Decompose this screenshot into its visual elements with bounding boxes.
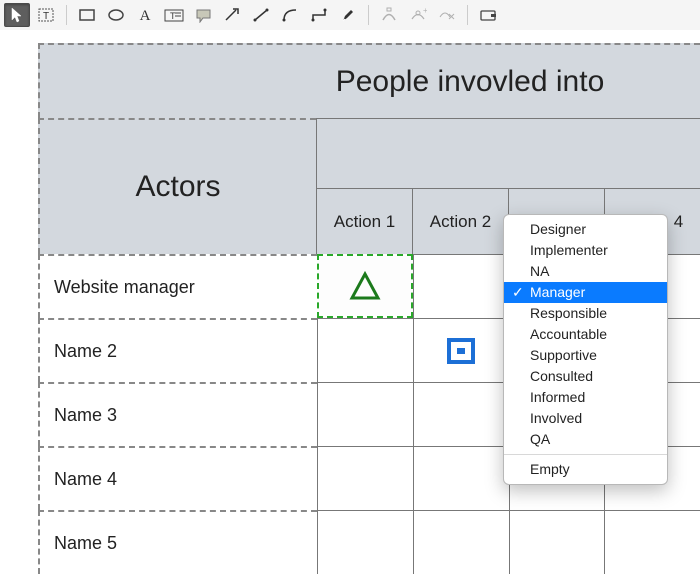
data-cell[interactable] [413, 510, 509, 574]
line-tool[interactable] [248, 3, 274, 27]
dropdown-item[interactable]: NA [504, 261, 667, 282]
separator [368, 5, 369, 25]
square-icon [444, 336, 478, 366]
toolbar: T A T + [0, 0, 700, 30]
dropdown-item[interactable]: QA [504, 429, 667, 450]
actor-name-cell[interactable]: Website manager [38, 254, 317, 318]
dropdown-item[interactable]: Involved [504, 408, 667, 429]
node-add-tool: + [405, 3, 431, 27]
triangle-icon [348, 270, 382, 302]
separator [66, 5, 67, 25]
actor-name-cell[interactable]: Name 3 [38, 382, 317, 446]
text-box-tool[interactable]: T [161, 3, 187, 27]
svg-text:A: A [140, 8, 151, 23]
arrow-tool[interactable] [219, 3, 245, 27]
data-cell[interactable] [604, 510, 700, 574]
data-cell[interactable] [413, 382, 509, 446]
table-row: Name 5 [38, 510, 700, 574]
action-header-1[interactable]: Action 1 [316, 188, 412, 254]
separator [504, 454, 667, 455]
svg-text:T: T [43, 11, 49, 22]
table-title[interactable]: People invovled into [38, 43, 700, 118]
node-remove-tool [434, 3, 460, 27]
pen-tool[interactable] [335, 3, 361, 27]
data-cell[interactable] [413, 318, 509, 382]
actor-name-cell[interactable]: Name 4 [38, 446, 317, 510]
actor-name-cell[interactable]: Name 2 [38, 318, 317, 382]
actors-header[interactable]: Actors [38, 118, 316, 254]
connector-tool[interactable] [306, 3, 332, 27]
dropdown-item[interactable]: Responsible [504, 303, 667, 324]
separator [467, 5, 468, 25]
pointer-tool[interactable] [4, 3, 30, 27]
bezier-tool [376, 3, 402, 27]
dropdown-item[interactable]: Consulted [504, 366, 667, 387]
data-cell[interactable] [317, 382, 413, 446]
actions-group-header[interactable] [316, 118, 700, 188]
curve-tool[interactable] [277, 3, 303, 27]
data-cell[interactable] [317, 254, 413, 318]
dropdown-item[interactable]: Informed [504, 387, 667, 408]
action-header-2[interactable]: Action 2 [412, 188, 508, 254]
dropdown-item-empty[interactable]: Empty [504, 459, 667, 480]
data-cell[interactable] [317, 318, 413, 382]
svg-text:+: + [423, 7, 427, 15]
dropdown-item[interactable]: Supportive [504, 345, 667, 366]
text-select-tool[interactable]: T [33, 3, 59, 27]
data-cell[interactable] [413, 254, 509, 318]
data-cell[interactable] [413, 446, 509, 510]
data-cell[interactable] [509, 510, 605, 574]
data-cell[interactable] [317, 510, 413, 574]
dropdown-item[interactable]: Designer [504, 219, 667, 240]
dropdown-item[interactable]: Implementer [504, 240, 667, 261]
data-cell[interactable] [317, 446, 413, 510]
comment-tool[interactable] [190, 3, 216, 27]
ellipse-tool[interactable] [103, 3, 129, 27]
role-dropdown[interactable]: Designer Implementer NA Manager Responsi… [503, 214, 668, 485]
text-tool[interactable]: A [132, 3, 158, 27]
dropdown-item[interactable]: Accountable [504, 324, 667, 345]
wallet-tool[interactable] [475, 3, 501, 27]
dropdown-item-selected[interactable]: Manager [504, 282, 667, 303]
actor-name-cell[interactable]: Name 5 [38, 510, 317, 574]
rectangle-tool[interactable] [74, 3, 100, 27]
